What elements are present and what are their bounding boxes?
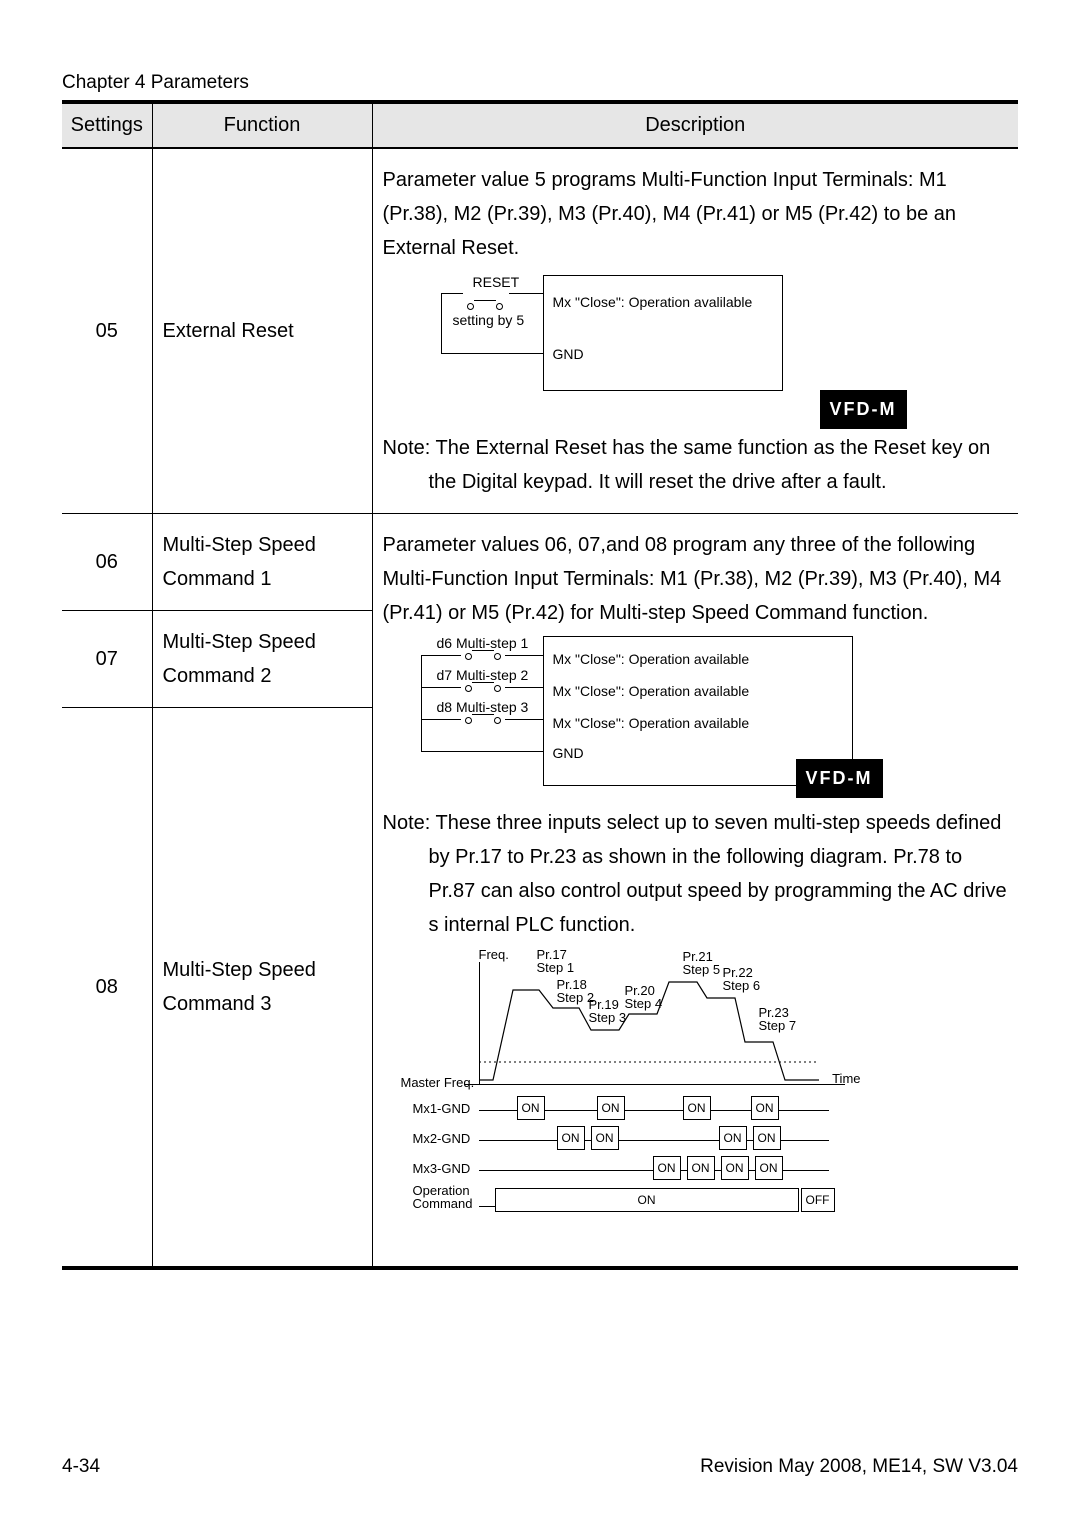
parameter-table: Settings Function Description 05 Externa… [62,100,1018,1270]
opcmd-label: Operation Command [413,1184,473,1210]
on-box: ON [719,1126,747,1150]
desc-05: Parameter value 5 programs Multi-Functio… [372,148,1018,514]
vfdm-badge: VFD-M [820,390,907,429]
step3-label: Pr.19 Step 3 [589,998,627,1024]
on-box: ON [653,1156,681,1180]
setting-06: 06 [62,514,152,611]
step-speed-chart: Freq. Time Master Freq. Pr.17 Step 1 [401,948,861,1228]
on-box: ON [495,1188,799,1212]
mx3-label: Mx3-GND [413,1162,471,1175]
setting-08: 08 [62,708,152,1268]
mx1-label: Mx1-GND [413,1102,471,1115]
setting-05: 05 [62,148,152,514]
table-row: 06 Multi-Step Speed Command 1 Parameter … [62,514,1018,611]
master-freq-label: Master Freq. [401,1076,475,1089]
step5-label: Pr.21 Step 5 [683,950,721,976]
on-box: ON [721,1156,749,1180]
label-gnd: GND [553,742,584,766]
func-08: Multi-Step Speed Command 3 [152,708,372,1268]
switch-icon [463,682,503,692]
desc-05-top: Parameter value 5 programs Multi-Functio… [383,163,1009,265]
desc-multi-top: Parameter values 06, 07,and 08 program a… [383,528,1009,630]
setting-07: 07 [62,611,152,708]
label-reset: RESET [473,271,520,295]
chapter-heading: Chapter 4 Parameters [62,72,1018,94]
th-function: Function [152,102,372,148]
th-settings: Settings [62,102,152,148]
step7-label: Pr.23 Step 7 [759,1006,797,1032]
on-box: ON [687,1156,715,1180]
on-box: ON [755,1156,783,1180]
revision-text: Revision May 2008, ME14, SW V3.04 [700,1456,1018,1478]
label-close: Mx "Close": Operation avalilable [553,291,753,315]
switch-icon [463,714,503,724]
off-box: OFF [801,1188,835,1212]
step6-label: Pr.22 Step 6 [723,966,761,992]
th-description: Description [372,102,1018,148]
label-close: Mx "Close": Operation available [553,680,750,704]
label-setting: setting by 5 [453,309,525,333]
on-box: ON [751,1096,779,1120]
freq-label: Freq. [479,948,509,961]
label-gnd: GND [553,343,584,367]
func-05: External Reset [152,148,372,514]
func-07: Multi-Step Speed Command 2 [152,611,372,708]
label-close: Mx "Close": Operation available [553,648,750,672]
switch-icon [463,650,503,660]
desc-05-note: Note: The External Reset has the same fu… [383,431,1009,499]
vfdm-badge: VFD-M [796,759,883,798]
multistep-wiring-diagram: d6 Multi-step 1 Mx "Close": Operation av… [413,636,873,796]
on-box: ON [597,1096,625,1120]
desc-multistep: Parameter values 06, 07,and 08 program a… [372,514,1018,1268]
on-box: ON [557,1126,585,1150]
desc-multi-note: Note: These three inputs select up to se… [383,806,1009,942]
page-number: 4-34 [62,1456,100,1478]
label-close: Mx "Close": Operation available [553,712,750,736]
step1-label: Pr.17 Step 1 [537,948,575,974]
mx2-label: Mx2-GND [413,1132,471,1145]
on-box: ON [591,1126,619,1150]
on-box: ON [683,1096,711,1120]
step4-label: Pr.20 Step 4 [625,984,663,1010]
table-row: 05 External Reset Parameter value 5 prog… [62,148,1018,514]
on-box: ON [517,1096,545,1120]
func-06: Multi-Step Speed Command 1 [152,514,372,611]
reset-diagram: RESET setting by 5 Mx "Close": Operation… [423,271,883,421]
on-box: ON [753,1126,781,1150]
